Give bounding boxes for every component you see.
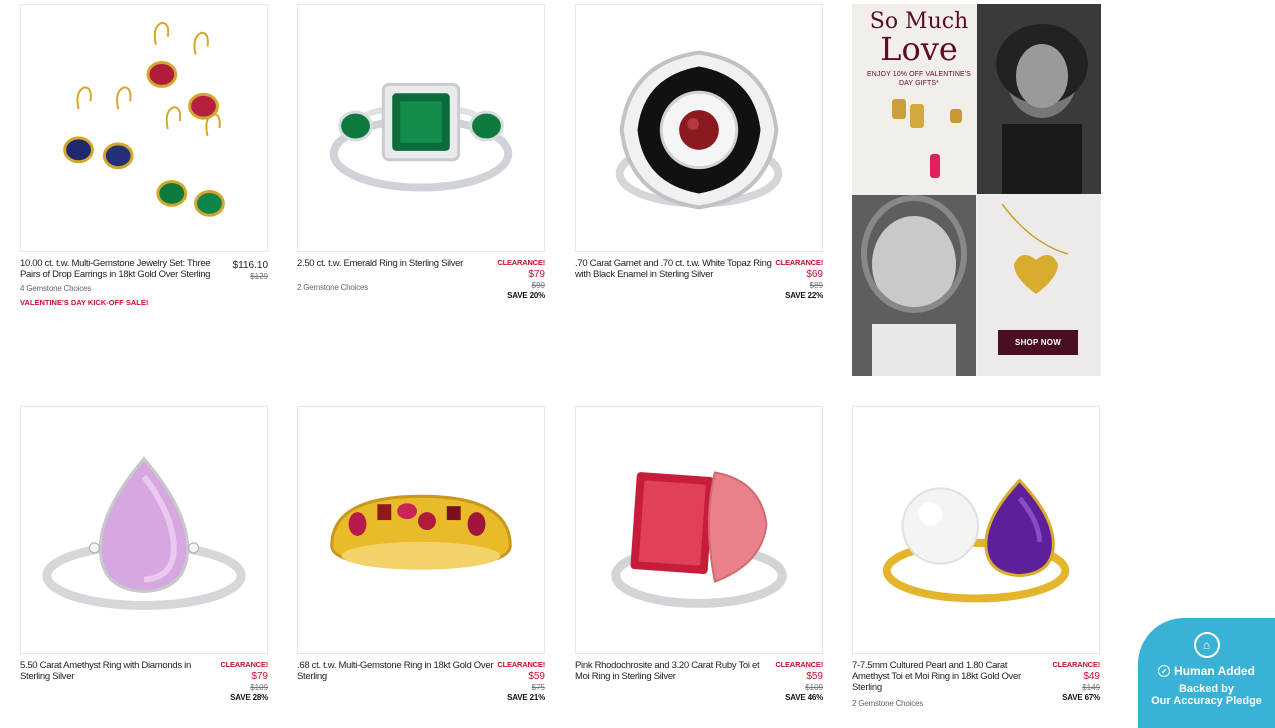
product-card[interactable]: .70 Carat Garnet and .70 ct. t.w. White … bbox=[575, 4, 823, 300]
product-title[interactable]: 5.50 Carat Amethyst Ring with Diamonds i… bbox=[20, 660, 220, 682]
product-price: $59 bbox=[806, 671, 823, 682]
product-price: $79 bbox=[251, 671, 268, 682]
clearance-label: CLEARANCE! bbox=[775, 660, 823, 669]
human-added-badge[interactable]: ⌂ ✓ Human Added Backed by Our Accuracy P… bbox=[1138, 618, 1275, 728]
savings-label: SAVE 21% bbox=[507, 693, 545, 702]
product-price: $116.10 bbox=[232, 260, 268, 271]
product-image[interactable] bbox=[852, 406, 1100, 654]
promo-headline: So Much Love bbox=[869, 9, 969, 68]
badge-line-2: Our Accuracy Pledge bbox=[1151, 695, 1262, 707]
gemstone-choices[interactable]: 4 Gemstone Choices bbox=[20, 284, 225, 293]
product-price: $79 bbox=[528, 269, 545, 280]
product-card[interactable]: Pink Rhodochrosite and 3.20 Carat Ruby T… bbox=[575, 406, 823, 702]
product-image[interactable] bbox=[20, 4, 268, 252]
clearance-label: CLEARANCE! bbox=[220, 660, 268, 669]
product-title[interactable]: .70 Carat Garnet and .70 ct. t.w. White … bbox=[575, 258, 775, 280]
product-title[interactable]: .68 ct. t.w. Multi-Gemstone Ring in 18kt… bbox=[297, 660, 497, 682]
savings-label: SAVE 28% bbox=[230, 693, 268, 702]
badge-line-1: Backed by bbox=[1178, 683, 1235, 695]
savings-label: SAVE 46% bbox=[785, 693, 823, 702]
check-icon: ✓ bbox=[1158, 665, 1171, 677]
badge-title-row: ✓ Human Added bbox=[1138, 664, 1275, 678]
shop-now-button[interactable]: SHOP NOW bbox=[998, 330, 1078, 355]
original-price: $109 bbox=[805, 683, 823, 692]
product-image[interactable] bbox=[297, 4, 545, 252]
clearance-label: CLEARANCE! bbox=[497, 258, 545, 267]
product-image[interactable] bbox=[297, 406, 545, 654]
product-card[interactable]: 7-7.5mm Cultured Pearl and 1.80 Carat Am… bbox=[852, 406, 1100, 708]
product-title[interactable]: 7-7.5mm Cultured Pearl and 1.80 Carat Am… bbox=[852, 660, 1022, 693]
savings-label: SAVE 67% bbox=[1062, 693, 1100, 702]
promo-subtext: ENJOY 10% OFF VALENTINE'S DAY GIFTS* bbox=[867, 71, 971, 87]
original-price: $149 bbox=[1082, 683, 1100, 692]
clearance-label: CLEARANCE! bbox=[497, 660, 545, 669]
product-price: $49 bbox=[1083, 671, 1100, 682]
product-image[interactable] bbox=[575, 406, 823, 654]
savings-label: SAVE 22% bbox=[785, 291, 823, 300]
gemstone-choices[interactable]: 2 Gemstone Choices bbox=[297, 283, 497, 292]
original-price: $109 bbox=[250, 683, 268, 692]
product-card[interactable]: 10.00 ct. t.w. Multi-Gemstone Jewelry Se… bbox=[20, 4, 268, 307]
product-image[interactable] bbox=[575, 4, 823, 252]
original-price: $129 bbox=[250, 272, 268, 281]
original-price: $99 bbox=[531, 281, 545, 290]
product-image[interactable] bbox=[20, 406, 268, 654]
savings-label: SAVE 20% bbox=[507, 291, 545, 300]
original-price: $75 bbox=[531, 683, 545, 692]
product-title[interactable]: 10.00 ct. t.w. Multi-Gemstone Jewelry Se… bbox=[20, 258, 225, 280]
gemstone-choices[interactable]: 2 Gemstone Choices bbox=[852, 699, 1022, 708]
shield-icon: ⌂ bbox=[1193, 632, 1220, 658]
original-price: $89 bbox=[809, 281, 823, 290]
valentines-promo-banner[interactable]: So Much Love ENJOY 10% OFF VALENTINE'S D… bbox=[852, 4, 1101, 376]
product-title[interactable]: Pink Rhodochrosite and 3.20 Carat Ruby T… bbox=[575, 660, 775, 682]
product-card[interactable]: .68 ct. t.w. Multi-Gemstone Ring in 18kt… bbox=[297, 406, 545, 702]
clearance-label: CLEARANCE! bbox=[1052, 660, 1100, 669]
product-title[interactable]: 2.50 ct. t.w. Emerald Ring in Sterling S… bbox=[297, 258, 497, 269]
promo-label: VALENTINE'S DAY KICK-OFF SALE! bbox=[20, 298, 149, 307]
product-card[interactable]: 5.50 Carat Amethyst Ring with Diamonds i… bbox=[20, 406, 268, 702]
product-price: $69 bbox=[806, 269, 823, 280]
badge-title: Human Added bbox=[1174, 664, 1255, 678]
product-price: $59 bbox=[528, 671, 545, 682]
product-card[interactable]: 2.50 ct. t.w. Emerald Ring in Sterling S… bbox=[297, 4, 545, 300]
clearance-label: CLEARANCE! bbox=[775, 258, 823, 267]
